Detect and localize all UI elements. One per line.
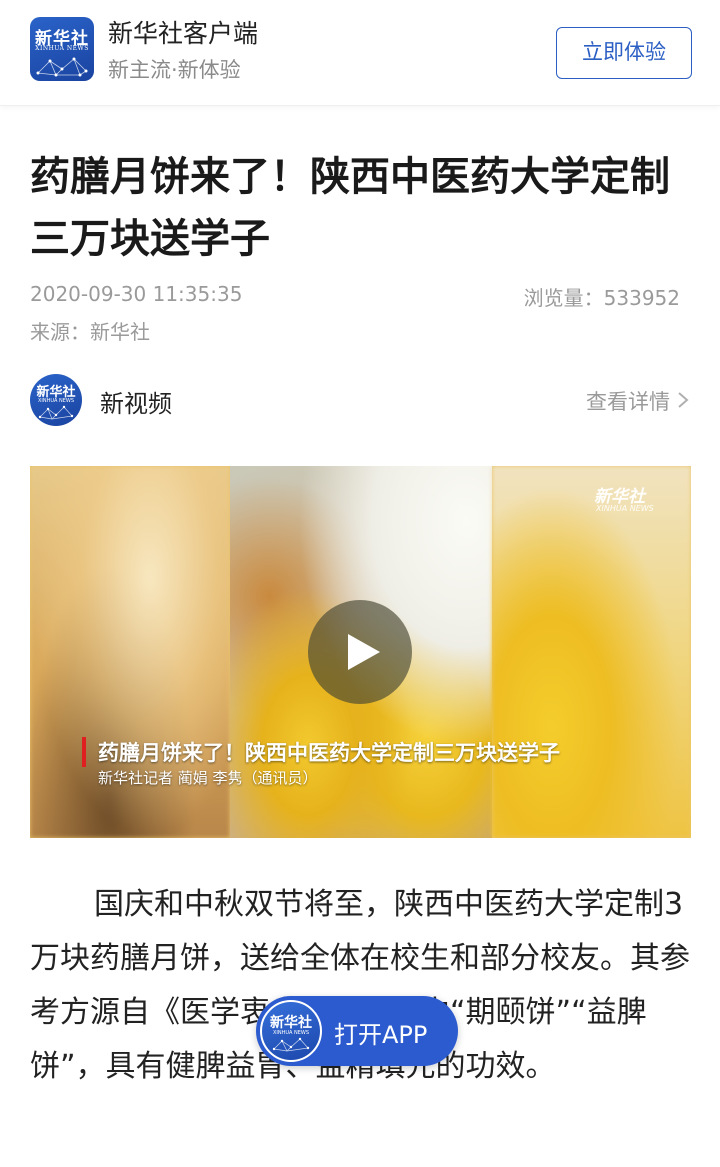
app-slogan: 新主流·新体验 bbox=[108, 58, 241, 82]
play-button[interactable] bbox=[308, 600, 412, 704]
logo-subtext: XINHUA NEWS bbox=[35, 45, 89, 52]
app-download-banner: 新华社 XINHUA NEWS 新华社客户端 新主流·新体验 立即体验 bbox=[0, 0, 720, 106]
video-player[interactable]: 新华社 XINHUA NEWS 药膳月饼来了！陕西中医药大学定制三万块送学子 新… bbox=[30, 466, 691, 838]
caption-accent-bar bbox=[82, 737, 86, 767]
channel-name[interactable]: 新视频 bbox=[100, 384, 172, 419]
publish-date: 2020-09-30 11:35:35 bbox=[30, 282, 243, 306]
view-details-link[interactable]: 查看详情 bbox=[586, 386, 670, 416]
mini-logo-text: 新华社 bbox=[270, 1015, 312, 1031]
try-now-button[interactable]: 立即体验 bbox=[556, 27, 692, 79]
xinhua-logo-icon: 新华社 XINHUA NEWS bbox=[260, 1000, 322, 1062]
video-byline: 新华社记者 蔺娟 李隽（通讯员） bbox=[98, 769, 318, 787]
video-watermark-sub: XINHUA NEWS bbox=[596, 504, 654, 513]
network-graphic-icon bbox=[36, 57, 88, 77]
open-app-button[interactable]: 新华社 XINHUA NEWS 打开APP bbox=[256, 996, 458, 1066]
open-app-label: 打开APP bbox=[334, 1021, 428, 1049]
app-name: 新华社客户端 bbox=[108, 19, 259, 48]
chevron-right-icon[interactable] bbox=[676, 391, 690, 409]
article-title: 药膳月饼来了！陕西中医药大学定制三万块送学子 bbox=[30, 154, 670, 262]
video-caption: 药膳月饼来了！陕西中医药大学定制三万块送学子 bbox=[98, 741, 560, 765]
article-source: 来源：新华社 bbox=[30, 320, 150, 344]
play-icon bbox=[348, 634, 380, 670]
video-blur-right bbox=[492, 466, 691, 838]
channel-avatar[interactable]: 新华社 XINHUA NEWS bbox=[30, 374, 82, 426]
view-count: 浏览量：533952 bbox=[523, 286, 680, 310]
xinhua-logo-icon: 新华社 XINHUA NEWS bbox=[30, 17, 94, 81]
network-graphic-icon bbox=[272, 1037, 310, 1052]
network-graphic-icon bbox=[38, 405, 74, 420]
